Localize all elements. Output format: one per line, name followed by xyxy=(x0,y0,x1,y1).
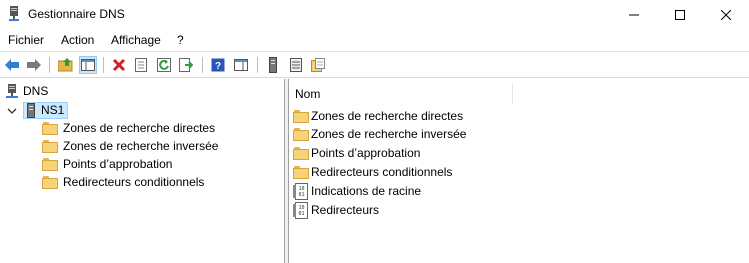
menu-bar: Fichier Action Affichage ? xyxy=(0,29,749,51)
folder-icon xyxy=(293,165,309,179)
forward-arrow-icon[interactable] xyxy=(25,56,43,74)
server-icon[interactable] xyxy=(264,56,282,74)
folder-icon xyxy=(293,146,309,160)
result-pane: Nom Zones de recherche directes Zones de… xyxy=(289,79,749,263)
close-button[interactable] xyxy=(703,0,749,29)
dns-icon xyxy=(6,83,18,99)
list-item-label: Points d’approbation xyxy=(311,146,421,160)
refresh-icon[interactable] xyxy=(155,56,173,74)
server-icon xyxy=(27,102,35,118)
forwarders-icon: 10 01 xyxy=(293,201,309,219)
tree-label: Zones de recherche inversée xyxy=(63,139,219,153)
list-item-label: Indications de racine xyxy=(311,184,422,198)
tree-item-forward-zones[interactable]: Zones de recherche directes xyxy=(42,119,215,137)
menu-action[interactable]: Action xyxy=(61,33,94,47)
list-item[interactable]: Zones de recherche inversée xyxy=(293,125,466,143)
svg-text:01: 01 xyxy=(298,192,304,198)
minimize-button[interactable] xyxy=(611,0,657,29)
tree-item-ns1[interactable]: NS1 xyxy=(7,101,69,119)
list-item-label: Zones de recherche inversée xyxy=(311,127,467,141)
show-action-pane-icon[interactable] xyxy=(232,56,250,74)
folder-icon xyxy=(293,109,309,123)
folder-icon xyxy=(42,139,58,153)
tree-item-reverse-zones[interactable]: Zones de recherche inversée xyxy=(42,137,218,155)
up-folder-icon[interactable] xyxy=(57,56,75,74)
folder-icon xyxy=(293,127,309,141)
tree-item-trust-points[interactable]: Points d’approbation xyxy=(42,155,172,173)
dns-app-icon xyxy=(9,6,19,22)
window-title: Gestionnaire DNS xyxy=(28,7,125,21)
list-item[interactable]: Zones de recherche directes xyxy=(293,107,463,125)
toolbar: ? xyxy=(0,51,749,78)
folder-icon xyxy=(42,157,58,171)
list-item-label: Zones de recherche directes xyxy=(311,109,464,123)
svg-text:01: 01 xyxy=(298,211,304,217)
back-arrow-icon[interactable] xyxy=(3,56,21,74)
root-hints-icon: 10 01 xyxy=(293,182,309,200)
toolbar-separator xyxy=(49,57,50,73)
toolbar-separator xyxy=(103,57,104,73)
help-icon[interactable]: ? xyxy=(209,56,227,74)
folder-icon xyxy=(42,121,58,135)
tree-item-conditional-forwarders[interactable]: Redirecteurs conditionnels xyxy=(42,173,204,191)
list-item[interactable]: Points d’approbation xyxy=(293,144,420,162)
list-item[interactable]: 10 01 Indications de racine xyxy=(293,182,421,200)
list-item-label: Redirecteurs xyxy=(311,203,380,217)
menu-help[interactable]: ? xyxy=(177,33,184,47)
tree-label: Points d’approbation xyxy=(63,157,173,171)
show-hide-tree-icon[interactable] xyxy=(79,56,97,74)
tree-item-dns[interactable]: DNS xyxy=(6,82,48,100)
tree-label-ns1: NS1 xyxy=(41,103,65,117)
ns1-selection: NS1 xyxy=(23,101,69,119)
console-tree: DNS NS1 Zones de recherche directes Zone… xyxy=(0,79,285,263)
menu-fichier[interactable]: Fichier xyxy=(8,33,44,47)
menu-affichage[interactable]: Affichage xyxy=(111,33,161,47)
maximize-button[interactable] xyxy=(657,0,703,29)
column-header-label: Nom xyxy=(295,87,321,101)
record-list-icon[interactable] xyxy=(287,56,305,74)
svg-text:?: ? xyxy=(215,61,221,72)
tree-label: Zones de recherche directes xyxy=(63,121,216,135)
list-item-label: Redirecteurs conditionnels xyxy=(311,165,453,179)
delete-icon[interactable] xyxy=(110,56,128,74)
chevron-down-icon[interactable] xyxy=(7,105,17,115)
properties-icon[interactable] xyxy=(132,56,150,74)
tree-label-dns: DNS xyxy=(23,84,49,98)
tree-label: Redirecteurs conditionnels xyxy=(63,175,205,189)
column-header-nom[interactable]: Nom xyxy=(289,84,513,104)
title-bar: Gestionnaire DNS xyxy=(0,0,749,29)
folder-icon xyxy=(42,175,58,189)
export-list-icon[interactable] xyxy=(177,56,195,74)
list-item[interactable]: 10 01 Redirecteurs xyxy=(293,201,379,219)
list-item[interactable]: Redirecteurs conditionnels xyxy=(293,163,452,181)
toolbar-separator xyxy=(257,57,258,73)
new-record-icon[interactable] xyxy=(309,56,327,74)
toolbar-separator xyxy=(202,57,203,73)
